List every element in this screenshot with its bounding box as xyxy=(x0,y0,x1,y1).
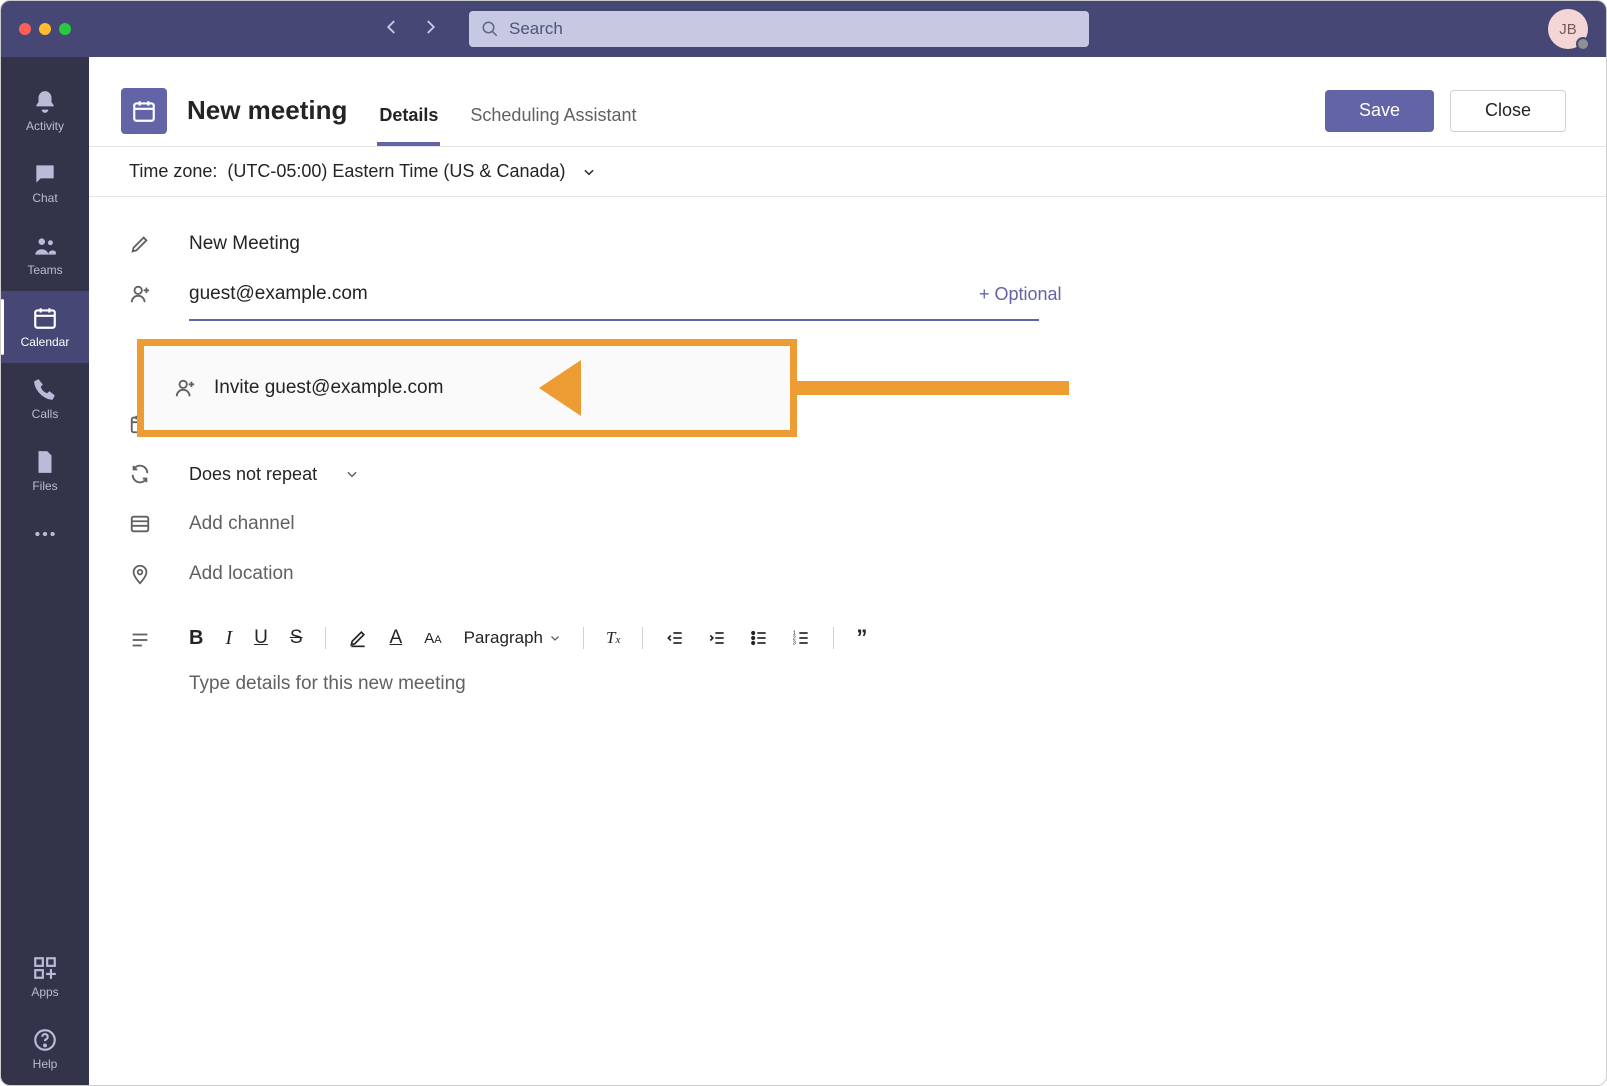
sidebar-item-more[interactable] xyxy=(1,507,89,561)
search-placeholder: Search xyxy=(509,19,563,39)
add-optional-attendees[interactable]: + Optional xyxy=(979,284,1062,305)
sidebar-item-calls[interactable]: Calls xyxy=(1,363,89,435)
minimize-window-icon[interactable] xyxy=(39,23,51,35)
sidebar-item-calendar[interactable]: Calendar xyxy=(1,291,89,363)
sidebar-item-chat[interactable]: Chat xyxy=(1,147,89,219)
rte-number-list[interactable]: 123 xyxy=(791,628,811,648)
invite-guest-label: Invite guest@example.com xyxy=(214,377,443,399)
help-icon xyxy=(32,1027,58,1053)
sidebar-item-help[interactable]: Help xyxy=(1,1013,89,1085)
timezone-value: (UTC-05:00) Eastern Time (US & Canada) xyxy=(227,161,565,182)
avatar-initials: JB xyxy=(1559,21,1577,38)
main-panel: New meeting Details Scheduling Assistant… xyxy=(89,57,1606,1085)
rich-text-toolbar: B I U S A AA Paragraph xyxy=(189,625,1566,651)
user-avatar[interactable]: JB xyxy=(1548,9,1588,49)
annotation-highlight-box: Invite guest@example.com xyxy=(137,339,797,437)
more-icon xyxy=(32,521,58,547)
tab-details[interactable]: Details xyxy=(377,83,440,146)
page-title: New meeting xyxy=(187,95,347,126)
rte-strike[interactable]: S xyxy=(290,627,303,649)
search-icon xyxy=(481,20,499,38)
required-attendees-input[interactable]: guest@example.com xyxy=(189,283,959,305)
rte-bold[interactable]: B xyxy=(189,627,203,650)
file-icon xyxy=(32,449,58,475)
rte-bullet-list[interactable] xyxy=(749,628,769,648)
recurrence-select[interactable]: Does not repeat xyxy=(189,464,359,485)
meeting-title-input[interactable]: New Meeting xyxy=(189,233,300,255)
page-header: New meeting Details Scheduling Assistant… xyxy=(89,57,1606,147)
edit-icon xyxy=(129,233,189,255)
rte-italic[interactable]: I xyxy=(225,627,232,650)
meeting-details-input[interactable]: Type details for this new meeting xyxy=(189,651,1566,695)
rte-indent[interactable] xyxy=(707,628,727,648)
sidebar-item-label: Chat xyxy=(32,191,57,205)
close-button[interactable]: Close xyxy=(1450,90,1566,132)
location-input[interactable]: Add location xyxy=(189,563,294,585)
rte-paragraph-style[interactable]: Paragraph xyxy=(464,628,561,648)
search-input[interactable]: Search xyxy=(469,11,1089,47)
apps-icon xyxy=(32,955,58,981)
timezone-select[interactable]: Time zone: (UTC-05:00) Eastern Time (US … xyxy=(89,147,1606,197)
invite-guest-suggestion[interactable]: Invite guest@example.com xyxy=(144,377,443,399)
svg-text:3: 3 xyxy=(793,641,796,647)
rte-clear-format[interactable]: Tx xyxy=(606,628,620,648)
chevron-down-icon xyxy=(582,165,596,179)
calendar-icon xyxy=(32,305,58,331)
sidebar-item-label: Activity xyxy=(26,119,64,133)
nav-forward-button[interactable] xyxy=(421,18,439,41)
nav-back-button[interactable] xyxy=(383,18,401,41)
close-window-icon[interactable] xyxy=(19,23,31,35)
sidebar-item-activity[interactable]: Activity xyxy=(1,75,89,147)
tab-scheduling-assistant[interactable]: Scheduling Assistant xyxy=(468,83,638,146)
phone-icon xyxy=(32,377,58,403)
timezone-label: Time zone: xyxy=(129,161,217,182)
sidebar-item-files[interactable]: Files xyxy=(1,435,89,507)
channel-input[interactable]: Add channel xyxy=(189,513,295,535)
add-people-icon xyxy=(174,377,196,399)
chat-icon xyxy=(32,161,58,187)
rte-quote[interactable]: ” xyxy=(856,625,867,651)
titlebar: Search JB xyxy=(1,1,1606,57)
description-icon xyxy=(129,625,189,651)
presence-indicator-icon xyxy=(1576,37,1590,51)
sidebar-item-label: Calendar xyxy=(21,335,70,349)
sidebar-item-teams[interactable]: Teams xyxy=(1,219,89,291)
teams-icon xyxy=(32,233,58,259)
rte-font-size[interactable]: AA xyxy=(424,630,441,647)
annotation-arrow-head xyxy=(539,360,581,416)
rte-outdent[interactable] xyxy=(665,628,685,648)
sidebar-item-label: Apps xyxy=(31,985,58,999)
bell-icon xyxy=(32,89,58,115)
rte-font-color[interactable]: A xyxy=(390,627,403,649)
sidebar-item-apps[interactable]: Apps xyxy=(1,941,89,1013)
channel-icon xyxy=(129,513,189,535)
chevron-down-icon xyxy=(549,632,561,644)
meeting-header-icon xyxy=(121,88,167,134)
sidebar-item-label: Files xyxy=(32,479,57,493)
chevron-down-icon xyxy=(345,467,359,481)
rte-highlight[interactable] xyxy=(348,628,368,648)
sidebar-item-label: Calls xyxy=(32,407,59,421)
sidebar-item-label: Help xyxy=(33,1057,58,1071)
recurrence-icon xyxy=(129,463,189,485)
fullscreen-window-icon[interactable] xyxy=(59,23,71,35)
app-sidebar: Activity Chat Teams Calendar Calls Files xyxy=(1,57,89,1085)
window-controls xyxy=(19,23,71,35)
add-people-icon xyxy=(129,283,189,305)
location-icon xyxy=(129,563,189,585)
sidebar-item-label: Teams xyxy=(27,263,62,277)
save-button[interactable]: Save xyxy=(1325,90,1434,132)
rte-underline[interactable]: U xyxy=(254,627,268,649)
